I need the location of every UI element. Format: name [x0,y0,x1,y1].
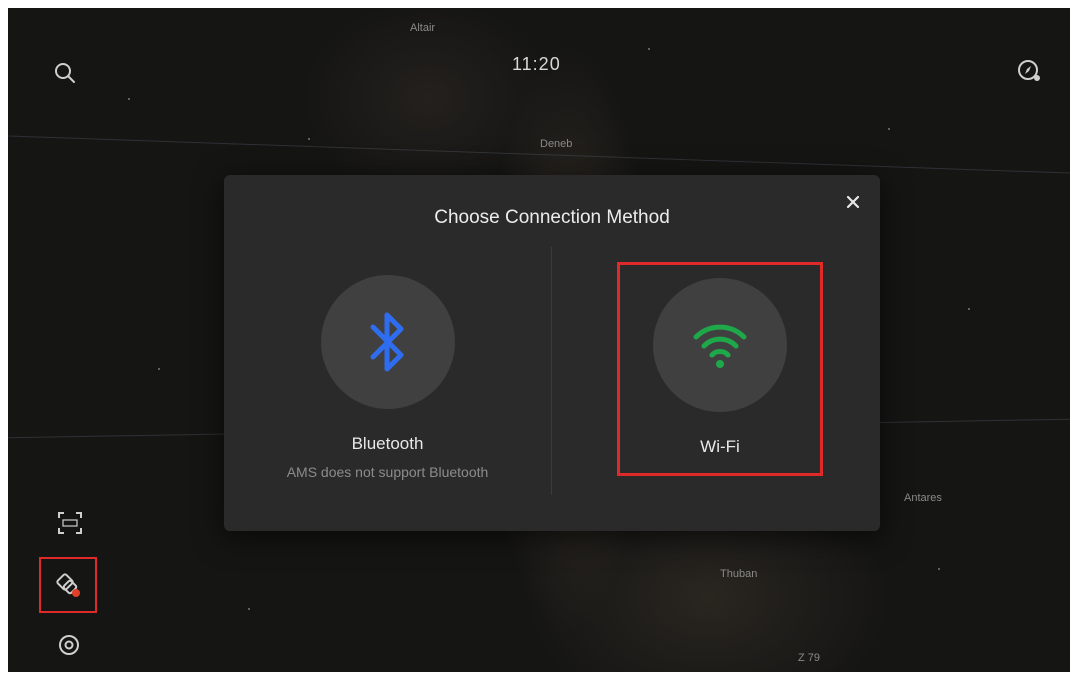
star [308,138,310,140]
settings-icon [59,635,79,655]
settings-button[interactable] [52,628,86,662]
sky-label-z79: Z 79 [798,652,821,664]
star [248,608,250,610]
option-divider [551,247,552,495]
wifi-icon-circle [653,278,787,412]
close-button[interactable] [838,187,868,217]
bluetooth-icon [370,312,403,372]
star [938,568,940,570]
wifi-option[interactable]: Wi-Fi [617,262,823,476]
bluetooth-icon-circle [320,275,455,409]
sky-grid-line [8,135,1070,174]
clock-time: 11:20 [512,54,561,74]
fov-button[interactable] [52,505,88,541]
close-icon [846,195,860,209]
star [968,308,970,310]
search-icon [55,63,75,83]
compass-icon [1018,60,1040,81]
sky-label-altair: Altair [410,22,436,34]
sky-label-thuban: Thuban [720,568,758,580]
wifi-label: Wi-Fi [700,437,740,456]
star-map-screen[interactable]: Altair Deneb Antares Thuban Z 79 11:20 C… [8,8,1070,672]
star [888,128,890,130]
star [158,368,160,370]
device-connect-button[interactable] [39,557,97,613]
bluetooth-label: Bluetooth [351,434,424,453]
star [128,98,130,100]
fov-frame-icon [58,512,82,534]
compass-button[interactable] [1012,54,1046,88]
telescope-connect-icon [56,573,80,597]
bluetooth-option[interactable]: Bluetooth AMS does not support Bluetooth [224,275,551,480]
connection-method-dialog: Choose Connection Method Bluetooth AMS d… [224,175,880,531]
bluetooth-unsupported-note: AMS does not support Bluetooth [286,464,489,480]
dialog-title: Choose Connection Method [434,207,670,228]
sky-label-deneb: Deneb [540,138,573,150]
sky-label-antares: Antares [904,492,942,504]
wifi-icon [693,324,747,368]
search-button[interactable] [48,56,82,90]
star [648,48,650,50]
